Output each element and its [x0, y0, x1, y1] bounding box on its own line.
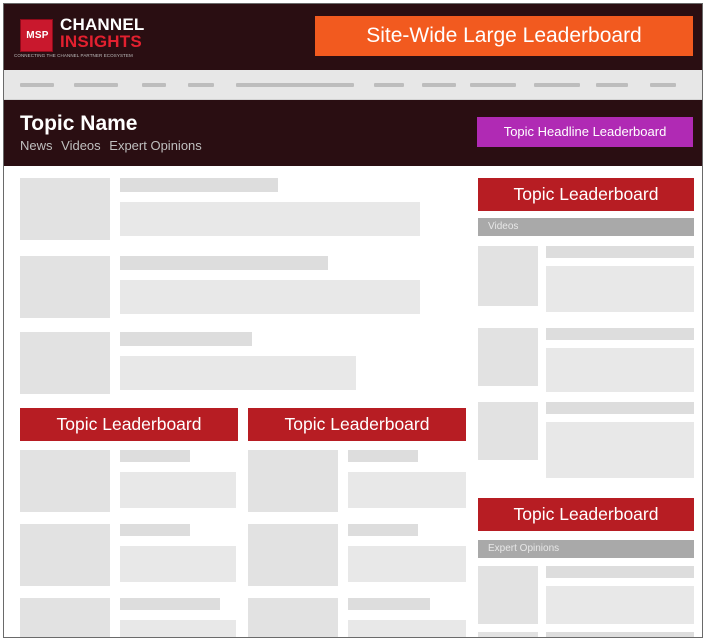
article-thumbnail[interactable]: [20, 524, 110, 586]
article-headline-placeholder[interactable]: [120, 598, 220, 610]
article-summary-placeholder: [120, 472, 236, 508]
topic-header: Topic Name News Videos Expert Opinions T…: [4, 100, 702, 166]
article-headline-placeholder[interactable]: [120, 450, 190, 462]
topic-link-videos[interactable]: Videos: [61, 138, 101, 153]
video-thumbnail[interactable]: [478, 328, 538, 386]
nav-item-placeholder[interactable]: [422, 83, 456, 87]
sidebar-topic-leaderboard-ad-bottom[interactable]: Topic Leaderboard: [478, 498, 694, 531]
main-content: Topic Leaderboard Topic Leaderboard Topi…: [4, 166, 702, 637]
video-headline-placeholder[interactable]: [546, 328, 694, 340]
video-thumbnail[interactable]: [478, 246, 538, 306]
nav-item-placeholder[interactable]: [596, 83, 628, 87]
topic-leaderboard-ad-center[interactable]: Topic Leaderboard: [248, 408, 466, 441]
article-thumbnail[interactable]: [20, 256, 110, 318]
video-thumbnail[interactable]: [478, 402, 538, 460]
opinion-headline-placeholder[interactable]: [546, 566, 694, 578]
article-summary-placeholder: [120, 620, 236, 637]
nav-item-placeholder[interactable]: [20, 83, 54, 87]
site-logo[interactable]: MSP CHANNEL INSIGHTS CONNECTING THE CHAN…: [14, 13, 164, 59]
sidebar-topic-leaderboard-ad-top[interactable]: Topic Leaderboard: [478, 178, 694, 211]
topic-headline-leaderboard-ad[interactable]: Topic Headline Leaderboard: [477, 117, 693, 147]
article-headline-placeholder[interactable]: [348, 524, 418, 536]
nav-item-placeholder[interactable]: [374, 83, 404, 87]
article-thumbnail[interactable]: [248, 524, 338, 586]
video-headline-placeholder[interactable]: [546, 246, 694, 258]
article-headline-placeholder[interactable]: [348, 598, 430, 610]
nav-item-placeholder[interactable]: [534, 83, 580, 87]
article-summary-placeholder: [348, 546, 466, 582]
nav-item-placeholder[interactable]: [470, 83, 516, 87]
article-headline-placeholder[interactable]: [120, 178, 278, 192]
topic-links: News Videos Expert Opinions: [20, 138, 207, 153]
topic-title: Topic Name: [20, 112, 138, 135]
nav-item-placeholder[interactable]: [188, 83, 214, 87]
sitewide-leaderboard-ad[interactable]: Site-Wide Large Leaderboard: [315, 16, 693, 56]
nav-item-placeholder[interactable]: [236, 83, 354, 87]
opinion-thumbnail[interactable]: [478, 632, 538, 637]
logo-tagline: CONNECTING THE CHANNEL PARTNER ECOSYSTEM: [14, 53, 133, 58]
video-summary-placeholder: [546, 348, 694, 392]
article-thumbnail[interactable]: [20, 598, 110, 637]
article-summary-placeholder: [120, 280, 420, 314]
article-summary-placeholder: [120, 202, 420, 236]
article-summary-placeholder: [120, 546, 236, 582]
opinion-headline-placeholder[interactable]: [546, 632, 694, 637]
videos-section-label[interactable]: Videos: [478, 218, 694, 236]
article-thumbnail[interactable]: [20, 450, 110, 512]
article-headline-placeholder[interactable]: [120, 332, 252, 346]
article-thumbnail[interactable]: [248, 598, 338, 637]
article-headline-placeholder[interactable]: [120, 524, 190, 536]
video-headline-placeholder[interactable]: [546, 402, 694, 414]
topic-leaderboard-ad-left[interactable]: Topic Leaderboard: [20, 408, 238, 441]
nav-item-placeholder[interactable]: [650, 83, 676, 87]
page-mockup: MSP CHANNEL INSIGHTS CONNECTING THE CHAN…: [3, 3, 703, 638]
article-summary-placeholder: [348, 472, 466, 508]
topic-link-news[interactable]: News: [20, 138, 53, 153]
article-headline-placeholder[interactable]: [348, 450, 418, 462]
msp-badge-text: MSP: [26, 30, 49, 41]
expert-opinions-section-label[interactable]: Expert Opinions: [478, 540, 694, 558]
article-summary-placeholder: [120, 356, 356, 390]
topic-link-expert-opinions[interactable]: Expert Opinions: [109, 138, 202, 153]
msp-badge: MSP: [20, 19, 53, 52]
article-summary-placeholder: [348, 620, 466, 637]
article-thumbnail[interactable]: [20, 178, 110, 240]
opinion-thumbnail[interactable]: [478, 566, 538, 624]
opinion-summary-placeholder: [546, 586, 694, 624]
video-summary-placeholder: [546, 266, 694, 312]
nav-item-placeholder[interactable]: [142, 83, 166, 87]
logo-insights-text: INSIGHTS: [60, 32, 142, 51]
site-header: MSP CHANNEL INSIGHTS CONNECTING THE CHAN…: [4, 4, 702, 70]
main-nav: [4, 70, 702, 100]
article-thumbnail[interactable]: [248, 450, 338, 512]
article-thumbnail[interactable]: [20, 332, 110, 394]
article-headline-placeholder[interactable]: [120, 256, 328, 270]
nav-item-placeholder[interactable]: [74, 83, 118, 87]
video-summary-placeholder: [546, 422, 694, 478]
